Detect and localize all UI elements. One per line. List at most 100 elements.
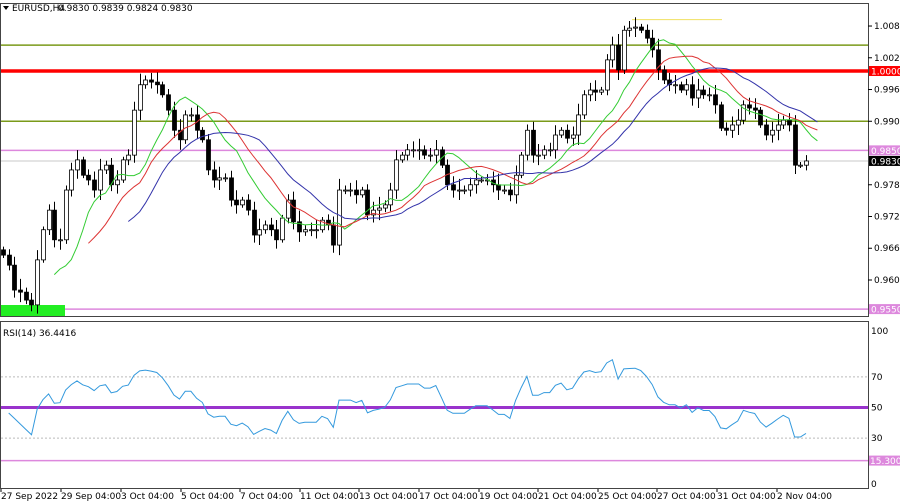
bull-candle-body xyxy=(462,189,467,192)
candle xyxy=(582,90,587,119)
bear-candle-body xyxy=(29,299,34,306)
bull-candle-body xyxy=(770,129,775,136)
bear-candle-body xyxy=(1,249,6,256)
bear-candle-body xyxy=(7,254,12,266)
bear-candle-body xyxy=(496,184,501,191)
bear-candle-body xyxy=(252,209,257,236)
bull-candle-body xyxy=(41,229,46,261)
bull-candle-body xyxy=(576,114,581,136)
candle xyxy=(622,25,627,74)
rsi-pane[interactable] xyxy=(0,321,869,489)
price-axis-label: 0.9725 xyxy=(874,213,900,223)
bear-candle-body xyxy=(701,89,706,96)
bear-candle-body xyxy=(229,177,234,201)
bull-candle-body xyxy=(337,189,342,246)
bear-candle-body xyxy=(645,29,650,39)
bull-candle-body xyxy=(610,44,615,61)
bear-candle-body xyxy=(713,94,718,106)
bear-candle-body xyxy=(787,119,792,126)
bear-candle-body xyxy=(200,129,205,141)
bull-candle-body xyxy=(468,184,473,191)
rsi-axis-label: 50 xyxy=(871,404,883,414)
bull-candle-body xyxy=(633,26,638,29)
time-axis-label: 5 Oct 04:00 xyxy=(181,492,234,502)
time-axis-label: 17 Oct 04:00 xyxy=(419,492,478,502)
bear-candle-body xyxy=(758,109,763,126)
price-tag-red: 1.0000 xyxy=(871,68,900,78)
rsi-axis-label: 70 xyxy=(871,373,883,383)
price-axis-label: 0.9905 xyxy=(874,117,900,127)
bull-candle-body xyxy=(138,84,143,111)
candle xyxy=(719,101,724,131)
bull-candle-body xyxy=(411,149,416,152)
bull-candle-body xyxy=(730,124,735,131)
price-axis-label: 0.9965 xyxy=(874,86,900,96)
bull-candle-body xyxy=(58,239,63,242)
price-axis-label: 0.9665 xyxy=(874,244,900,254)
price-axis-label: 1.0085 xyxy=(874,22,900,32)
bear-candle-body xyxy=(24,291,29,301)
candle xyxy=(337,178,342,256)
bear-candle-body xyxy=(212,169,217,181)
rsi-label: RSI(14) 36.4416 xyxy=(3,329,76,339)
bull-candle-body xyxy=(479,179,484,182)
bear-candle-body xyxy=(354,189,359,196)
bear-candle-body xyxy=(593,89,598,93)
price-axis-label: 0.9785 xyxy=(874,181,900,191)
candle xyxy=(132,101,137,163)
bear-candle-body xyxy=(565,129,570,139)
bull-candle-body xyxy=(588,89,593,96)
bear-candle-body xyxy=(662,69,667,81)
trading-chart[interactable]: 1.0085 1.0025 0.9965 0.9905 0.9785 0.9725 0.96… xyxy=(0,0,900,504)
bull-candle-body xyxy=(605,59,610,91)
candle xyxy=(64,185,69,244)
bear-candle-body xyxy=(650,37,655,51)
price-tag-pink: 0.9550 xyxy=(871,306,900,316)
bull-candle-body xyxy=(542,149,547,156)
bull-candle-body xyxy=(684,84,689,91)
bull-candle-body xyxy=(599,89,604,93)
time-axis-label: 27 Oct 04:00 xyxy=(657,492,716,502)
bear-candle-body xyxy=(764,124,769,136)
bull-candle-body xyxy=(360,189,365,196)
bull-candle-body xyxy=(240,199,245,206)
bull-candle-body xyxy=(553,134,558,151)
bull-candle-body xyxy=(217,177,222,181)
bull-candle-body xyxy=(428,154,433,157)
bull-candle-body xyxy=(343,189,348,192)
bear-candle-body xyxy=(234,199,239,206)
bull-candle-body xyxy=(257,229,262,236)
bull-candle-body xyxy=(377,207,382,211)
candle xyxy=(280,214,285,243)
bear-candle-body xyxy=(269,224,274,231)
support-zone-box[interactable] xyxy=(1,305,65,316)
bull-candle-body xyxy=(434,149,439,156)
bull-candle-body xyxy=(388,189,393,206)
bear-candle-body xyxy=(155,81,160,86)
bear-candle-body xyxy=(616,44,621,71)
price-axis-label: 1.0025 xyxy=(874,54,900,64)
bear-candle-body xyxy=(206,139,211,171)
time-axis-label: 25 Oct 04:00 xyxy=(598,492,657,502)
bear-candle-body xyxy=(246,199,251,211)
bull-candle-body xyxy=(75,159,80,171)
time-axis-label: 7 Oct 04:00 xyxy=(240,492,293,502)
bear-candle-body xyxy=(81,159,86,176)
bull-candle-body xyxy=(798,164,803,167)
bull-candle-body xyxy=(98,169,103,191)
ohlc-values: 0.9830 0.9839 0.9824 0.9830 xyxy=(58,4,193,14)
bear-candle-body xyxy=(753,107,758,111)
time-axis-label: 2 Nov 04:00 xyxy=(777,492,832,502)
bull-candle-body xyxy=(35,259,40,306)
bull-candle-body xyxy=(309,229,314,232)
bull-candle-body xyxy=(776,124,781,131)
bear-candle-body xyxy=(291,199,296,223)
bull-candle-body xyxy=(502,189,507,192)
rsi-level-tag: 15.3000 xyxy=(870,457,900,467)
bull-candle-body xyxy=(627,27,632,31)
price-tag-pink: 0.9850 xyxy=(871,147,900,157)
bull-candle-body xyxy=(64,189,69,241)
time-axis-label: 3 Oct 04:00 xyxy=(121,492,174,502)
bull-candle-body xyxy=(348,189,353,192)
bull-candle-body xyxy=(126,154,131,161)
